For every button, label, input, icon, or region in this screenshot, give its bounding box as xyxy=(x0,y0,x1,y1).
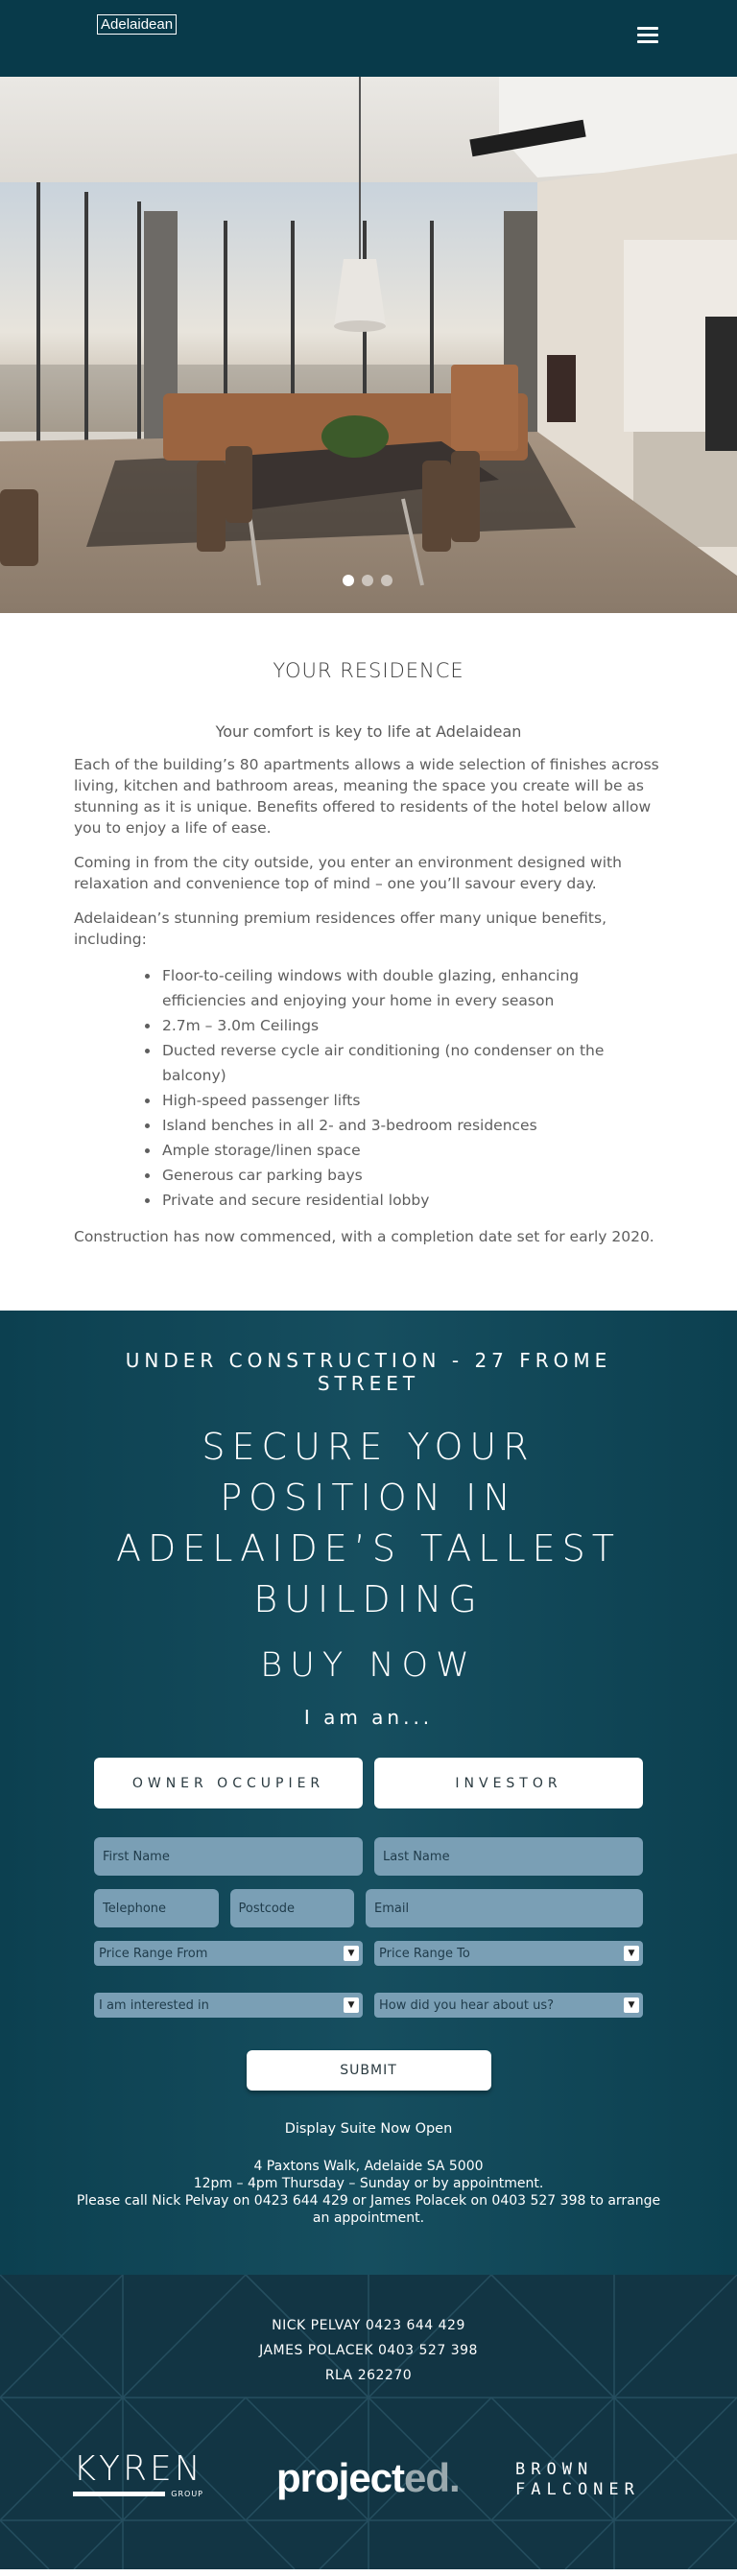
price-range-to-select[interactable]: Price Range To ▼ xyxy=(374,1941,643,1966)
residence-paragraph: Coming in from the city outside, you ent… xyxy=(74,854,622,892)
owner-occupier-button[interactable]: OWNER OCCUPIER xyxy=(94,1758,363,1808)
benefit-item: Private and secure residential lobby xyxy=(160,1188,663,1213)
cta-headline: SECURE YOUR POSITION IN ADELAIDE’S TALLE… xyxy=(115,1426,621,1620)
last-name-field xyxy=(374,1837,643,1876)
email-field xyxy=(366,1889,643,1927)
residence-paragraph: Adelaidean’s stunning premium residences… xyxy=(74,910,607,948)
carousel-dots xyxy=(343,575,392,586)
brown-falconer-logo[interactable]: BROWN FALCONER xyxy=(515,2460,640,2500)
projected-logo-suffix: ed. xyxy=(404,2455,461,2500)
hero-carousel xyxy=(0,77,737,613)
brown-falconer-line1: BROWN xyxy=(515,2460,594,2479)
kyren-group-text: GROUP xyxy=(171,2489,203,2498)
first-name-field xyxy=(94,1837,363,1876)
footer-contacts: NICK PELVAY 0423 644 429 JAMES POLACEK 0… xyxy=(0,2313,737,2388)
i-am-label: I am an... xyxy=(303,1706,434,1729)
interested-in-select[interactable]: I am interested in ▼ xyxy=(94,1993,363,2018)
telephone-field xyxy=(94,1889,219,1927)
last-name-input[interactable] xyxy=(383,1849,634,1864)
hamburger-menu-icon[interactable] xyxy=(637,27,658,43)
projected-logo-main: project xyxy=(276,2455,405,2500)
carousel-dot-2[interactable] xyxy=(362,575,373,586)
buyer-type-selector: OWNER OCCUPIER INVESTOR xyxy=(94,1758,643,1808)
benefit-item: Island benches in all 2- and 3-bedroom r… xyxy=(160,1113,663,1138)
submit-button[interactable]: SUBMIT xyxy=(246,2050,491,2091)
price-range-from-label: Price Range From xyxy=(99,1946,208,1961)
residence-title: YOUR RESIDENCE xyxy=(273,659,464,682)
brown-falconer-line2: FALCONER xyxy=(515,2480,640,2499)
price-range-from-select[interactable]: Price Range From ▼ xyxy=(94,1941,363,1966)
price-range-to-label: Price Range To xyxy=(379,1946,470,1961)
benefit-item: Ducted reverse cycle air conditioning (n… xyxy=(160,1038,663,1088)
display-suite-hours: 12pm – 4pm Thursday – Sunday or by appoi… xyxy=(193,2176,544,2191)
chevron-down-icon: ▼ xyxy=(624,1946,639,1961)
contact-james[interactable]: JAMES POLACEK 0403 527 398 xyxy=(0,2338,737,2363)
enquiry-form: Price Range From ▼ Price Range To ▼ I am… xyxy=(94,1837,643,2121)
display-suite-address: 4 Paxtons Walk, Adelaide SA 5000 xyxy=(253,2159,484,2174)
hero-interior-image xyxy=(0,77,737,613)
benefit-item: Ample storage/linen space xyxy=(160,1138,663,1163)
first-name-input[interactable] xyxy=(103,1849,354,1864)
rla-number: RLA 262270 xyxy=(324,2368,413,2383)
benefit-item: High-speed passenger lifts xyxy=(160,1088,663,1113)
display-suite-info: 4 Paxtons Walk, Adelaide SA 5000 12pm – … xyxy=(75,2158,662,2227)
postcode-field xyxy=(229,1889,354,1927)
construction-kicker: UNDER CONSTRUCTION - 27 FROME STREET xyxy=(125,1349,612,1395)
investor-button[interactable]: INVESTOR xyxy=(374,1758,643,1808)
site-footer: NICK PELVAY 0423 644 429 JAMES POLACEK 0… xyxy=(0,2275,737,2569)
residence-paragraph: Each of the building’s 80 apartments all… xyxy=(74,756,659,837)
benefit-item: 2.7m – 3.0m Ceilings xyxy=(160,1013,663,1038)
construction-note: Construction has now commenced, with a c… xyxy=(74,1228,654,1245)
projected-logo[interactable]: projected. xyxy=(276,2455,461,2501)
telephone-input[interactable] xyxy=(103,1901,210,1916)
display-suite-call: Please call Nick Pelvay on 0423 644 429 … xyxy=(76,2193,661,2226)
chevron-down-icon: ▼ xyxy=(624,1997,639,2013)
benefit-item: Floor-to-ceiling windows with double gla… xyxy=(160,963,663,1013)
kyren-logo-text: KYREN xyxy=(73,2449,203,2489)
residence-section: YOUR RESIDENCE Your comfort is key to li… xyxy=(0,613,737,1311)
residence-subtitle: Your comfort is key to life at Adelaidea… xyxy=(215,722,522,741)
chevron-down-icon: ▼ xyxy=(344,1997,359,2013)
benefit-item: Generous car parking bays xyxy=(160,1163,663,1188)
benefits-list: Floor-to-ceiling windows with double gla… xyxy=(160,963,663,1213)
carousel-dot-3[interactable] xyxy=(381,575,392,586)
kyren-group-logo[interactable]: KYREN GROUP xyxy=(73,2452,203,2498)
buy-now-heading: BUY NOW xyxy=(260,1646,477,1685)
site-logo[interactable]: Adelaidean xyxy=(97,14,178,35)
display-suite-title: Display Suite Now Open xyxy=(284,2121,453,2137)
heard-about-select[interactable]: How did you hear about us? ▼ xyxy=(374,1993,643,2018)
enquiry-section: UNDER CONSTRUCTION - 27 FROME STREET SEC… xyxy=(0,1311,737,2275)
interested-in-label: I am interested in xyxy=(99,1997,209,2013)
contact-nick[interactable]: NICK PELVAY 0423 644 429 xyxy=(0,2313,737,2338)
chevron-down-icon: ▼ xyxy=(344,1946,359,1961)
postcode-input[interactable] xyxy=(238,1901,345,1916)
carousel-dot-1[interactable] xyxy=(343,575,354,586)
heard-about-label: How did you hear about us? xyxy=(379,1997,554,2013)
site-header: Adelaidean xyxy=(0,0,737,77)
email-input[interactable] xyxy=(374,1901,634,1916)
